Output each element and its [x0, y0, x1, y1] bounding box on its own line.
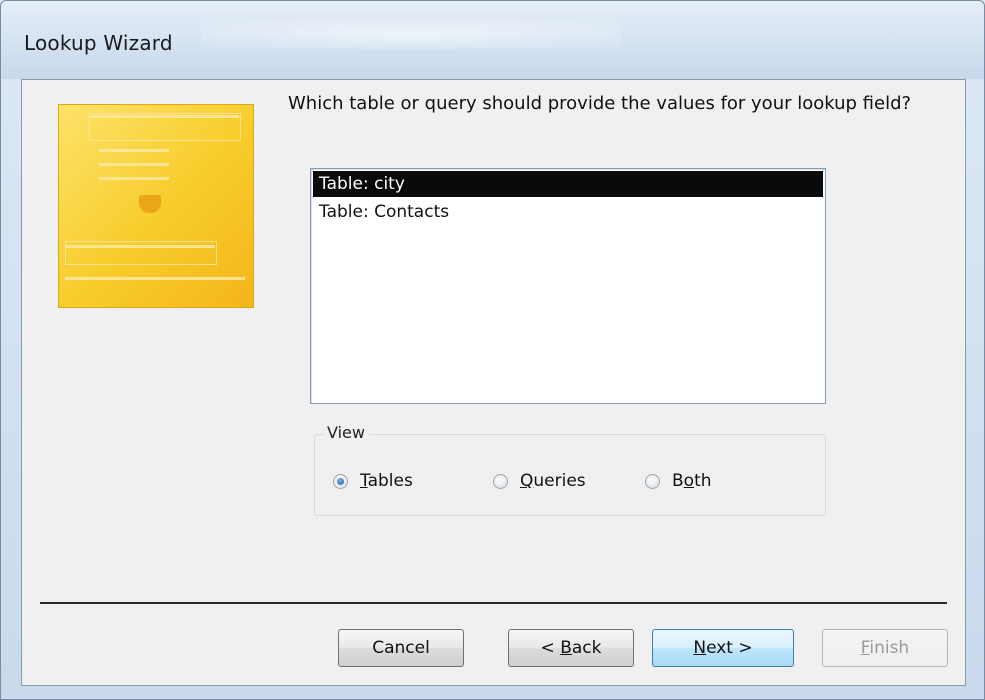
radio-queries-circle-icon[interactable] — [493, 473, 508, 489]
radio-both-circle-icon[interactable] — [645, 473, 660, 489]
table-query-listbox[interactable]: Table: city Table: Contacts — [310, 168, 826, 404]
radio-both-label: Both — [672, 471, 712, 491]
list-item-table-contacts[interactable]: Table: Contacts — [313, 199, 823, 225]
radio-both[interactable]: Both — [645, 471, 712, 491]
lookup-wizard-window: Lookup Wizard Which table or query shoul… — [0, 0, 985, 700]
wizard-client-area: Which table or query should provide the … — [21, 79, 966, 686]
radio-queries[interactable]: Queries — [493, 471, 586, 491]
view-groupbox: View Tables Queries Both — [314, 423, 826, 516]
back-button-label: < Back — [540, 638, 602, 658]
wizard-prompt: Which table or query should provide the … — [288, 93, 912, 114]
radio-tables-label: Tables — [360, 471, 413, 491]
back-button[interactable]: < Back — [508, 629, 634, 667]
cancel-button-label: Cancel — [372, 638, 430, 658]
cancel-button[interactable]: Cancel — [338, 629, 464, 667]
radio-tables-circle-icon[interactable] — [333, 473, 348, 489]
finish-button-label: Finish — [860, 638, 910, 658]
radio-tables[interactable]: Tables — [333, 471, 413, 491]
button-separator — [40, 602, 947, 604]
list-item-table-city[interactable]: Table: city — [313, 171, 823, 197]
title-bar[interactable]: Lookup Wizard — [1, 1, 984, 79]
title-bar-glow — [201, 19, 621, 49]
next-button[interactable]: Next > — [652, 629, 794, 667]
wizard-illustration-icon — [58, 104, 254, 308]
view-group-label: View — [323, 423, 369, 442]
next-button-label: Next > — [693, 638, 753, 658]
radio-queries-label: Queries — [520, 471, 586, 491]
window-title: Lookup Wizard — [24, 31, 173, 55]
finish-button[interactable]: Finish — [822, 629, 948, 667]
